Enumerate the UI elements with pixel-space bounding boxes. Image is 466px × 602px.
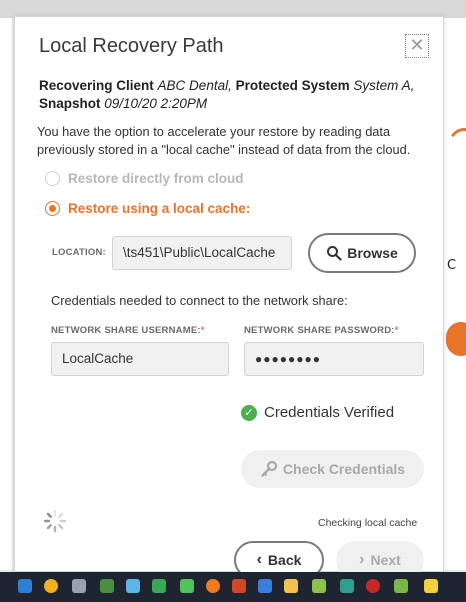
client-info: Recovering Client ABC Dental, Protected … [39,77,429,113]
start-icon[interactable] [18,579,32,593]
system-value: System A, [353,78,415,93]
back-label: Back [267,552,302,568]
required-mark: * [394,325,399,336]
snapshot-label: Snapshot [39,96,101,111]
verified-text: Credentials Verified [264,404,395,421]
check-circle-icon: ✓ [241,404,257,421]
sheets-icon[interactable] [152,579,166,593]
next-label: Next [370,552,401,568]
search-icon [327,246,342,261]
required-mark: * [200,325,205,336]
dialog-title: Local Recovery Path [39,35,224,57]
client-value: ABC Dental, [157,78,232,93]
app-icon[interactable] [424,579,438,593]
chevron-left-icon: ‹ [256,551,262,568]
chevron-right-icon: › [359,551,365,568]
username-label: NETWORK SHARE USERNAME:* [51,325,205,336]
option-restore-cloud[interactable]: Restore directly from cloud [45,171,244,186]
explorer-icon[interactable] [284,579,298,593]
status-text: Checking local cache [318,517,418,529]
taskbar [0,572,466,602]
credentials-intro: Credentials needed to connect to the net… [51,293,348,308]
location-label: LOCATION: [52,247,106,258]
client-label: Recovering Client [39,78,154,93]
settings-icon[interactable] [72,579,86,593]
check-credentials-button[interactable]: Check Credentials [241,450,424,488]
option-restore-local-cache[interactable]: Restore using a local cache: [45,201,250,216]
system-label: Protected System [235,78,350,93]
background-orange-button [446,322,466,356]
option-local-cache-label: Restore using a local cache: [68,201,251,216]
vpn-icon[interactable] [340,579,354,593]
check-credentials-label: Check Credentials [282,461,406,477]
loading-spinner-icon [43,509,67,533]
chrome-icon[interactable] [44,579,58,593]
username-label-text: NETWORK SHARE USERNAME: [51,325,201,336]
background-right-panel [444,18,466,570]
tool-icon[interactable] [394,579,408,593]
image-icon[interactable] [126,579,140,593]
local-recovery-dialog: Local Recovery Path ✕ Recovering Client … [14,16,444,579]
firefox-icon[interactable] [206,579,220,593]
app-icon[interactable] [180,579,194,593]
app-icon[interactable] [312,579,326,593]
location-input[interactable]: \ts451\Public\LocalCache [112,236,292,270]
username-input[interactable]: LocalCache [51,342,229,376]
key-icon [261,460,278,477]
snapshot-value: 09/10/20 2:20PM [104,96,208,111]
password-label-text: NETWORK SHARE PASSWORD: [244,325,395,336]
background-letter: C [447,258,457,273]
background-left-panel [0,18,12,570]
browse-button[interactable]: Browse [308,233,416,273]
close-button[interactable]: ✕ [405,34,429,58]
password-input[interactable]: ●●●●●●●● [244,342,424,376]
radio-local-cache[interactable] [45,201,60,216]
radio-cloud[interactable] [45,171,60,186]
browse-label: Browse [347,245,398,261]
powerpoint-icon[interactable] [232,579,246,593]
password-label: NETWORK SHARE PASSWORD:* [244,325,399,336]
vivaldi-icon[interactable] [366,579,380,593]
app-icon[interactable] [100,579,114,593]
description-text: You have the option to accelerate your r… [37,124,411,157]
monitor-icon[interactable] [258,579,272,593]
credentials-verified: ✓ Credentials Verified [241,404,394,421]
option-cloud-label: Restore directly from cloud [68,171,244,186]
